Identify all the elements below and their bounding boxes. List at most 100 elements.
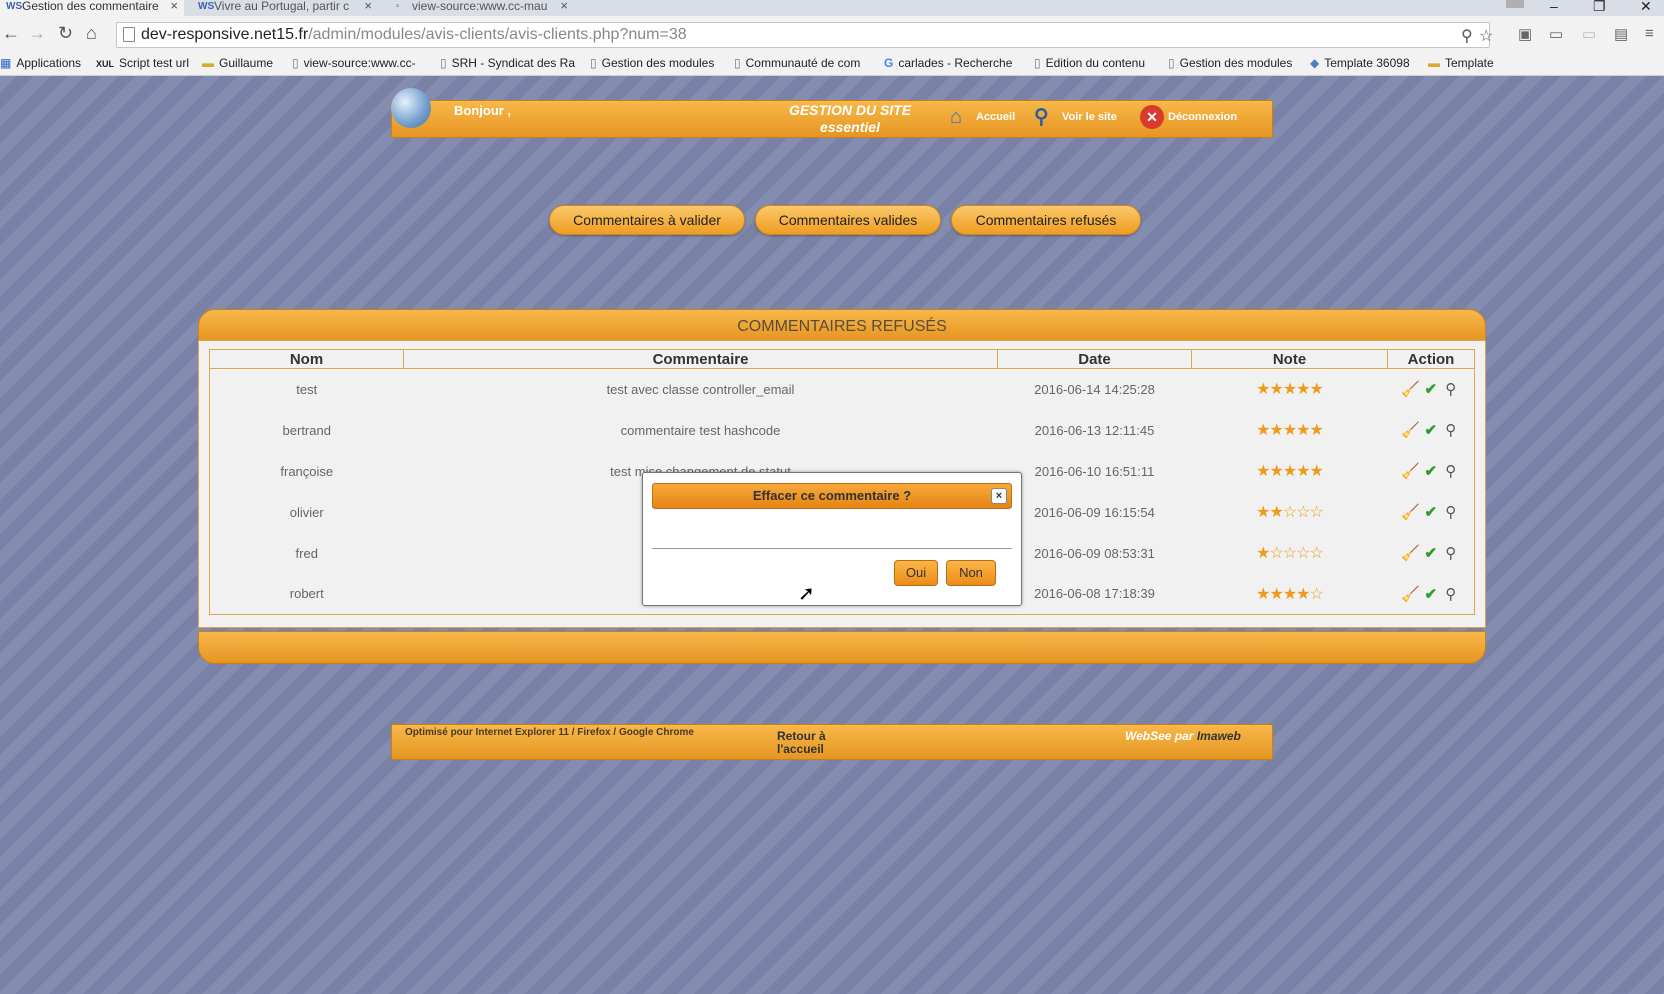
reload-icon[interactable]: ↻ [58, 24, 73, 42]
folder-icon: ▬ [1428, 56, 1440, 70]
page-icon: ▯ [440, 56, 447, 70]
rating-stars-icon: ★★★★★ [1256, 381, 1324, 399]
cell-action: 🧹 ✔ ⚲ [1388, 492, 1475, 533]
template-icon: ◆ [1310, 56, 1320, 70]
close-tab-icon[interactable]: × [364, 0, 372, 12]
cell-date: 2016-06-08 17:18:39 [1034, 586, 1155, 602]
validate-check-icon[interactable]: ✔ [1421, 503, 1441, 521]
validate-check-icon[interactable]: ✔ [1421, 585, 1441, 603]
validated-button[interactable]: Commentaires valides [755, 205, 941, 235]
extension-icon[interactable]: ▭ [1582, 25, 1596, 43]
refused-button[interactable]: Commentaires refusés [951, 205, 1141, 235]
bookmark-label: Template [1445, 56, 1494, 70]
bookmark-applications[interactable]: ▦ Applications [0, 56, 81, 70]
view-site-label: Voir le site [1062, 111, 1117, 123]
validate-check-icon[interactable]: ✔ [1421, 544, 1441, 562]
yes-button[interactable]: Oui [894, 560, 938, 586]
url-path: /admin/modules/avis-clients/avis-clients… [308, 26, 687, 43]
cell-note: ★★★★★ [1192, 369, 1388, 410]
cell-commentaire: commentaire test hashcode [620, 422, 781, 438]
view-magnifier-icon[interactable]: ⚲ [1441, 380, 1461, 398]
cell-nom: fred [295, 545, 318, 561]
view-magnifier-icon[interactable]: ⚲ [1441, 503, 1461, 521]
home-link[interactable]: ⌂ Accueil [950, 100, 1015, 134]
delete-broom-icon[interactable]: 🧹 [1401, 462, 1421, 480]
bookmarks-bar: ▦ Applications XUL Script test url ▬ Guilla… [0, 51, 1664, 76]
validate-check-icon[interactable]: ✔ [1421, 421, 1441, 439]
cell-action: 🧹 ✔ ⚲ [1388, 533, 1475, 574]
delete-broom-icon[interactable]: 🧹 [1401, 585, 1421, 603]
view-magnifier-icon[interactable]: ⚲ [1441, 544, 1461, 562]
url-input[interactable]: dev-responsive.net15.fr/admin/modules/av… [116, 22, 1493, 48]
back-icon[interactable]: ← [2, 24, 20, 42]
extension-icon[interactable]: ▣ [1518, 25, 1532, 43]
close-window-icon[interactable]: ✕ [1640, 0, 1652, 13]
delete-confirm-dialog: Effacer ce commentaire ? × Oui Non [642, 472, 1022, 606]
close-tab-icon[interactable]: × [560, 0, 568, 12]
title-line-1: GESTION DU SITE [788, 102, 912, 118]
cell-date: 2016-06-09 08:53:31 [1034, 545, 1155, 561]
dialog-close-icon[interactable]: × [991, 488, 1007, 504]
bookmark-guillaume[interactable]: ▬ Guillaume [202, 56, 273, 70]
bookmark-gestion-modules[interactable]: ▯ Gestion des modules [590, 56, 714, 70]
profile-icon[interactable] [1506, 0, 1524, 8]
table-row: test test avec classe controller_email 201… [210, 369, 1475, 410]
to-validate-button[interactable]: Commentaires à valider [549, 205, 745, 235]
table-header-row: Nom Commentaire Date Note Action [209, 349, 1475, 369]
tab-title: view-source:www.cc-mau [412, 0, 548, 13]
zoom-icon[interactable]: ⚲ [1461, 26, 1473, 46]
credit-prefix: WebSee par [1125, 729, 1194, 743]
tab-gestion-commentaires[interactable]: WS Gestion des commentaire × [0, 0, 184, 16]
delete-broom-icon[interactable]: 🧹 [1401, 544, 1421, 562]
cell-action: 🧹 ✔ ⚲ [1388, 410, 1475, 451]
menu-icon[interactable]: ≡ [1645, 25, 1654, 42]
cast-icon[interactable]: ▭ [1549, 25, 1563, 43]
browser-tab-strip: WS Gestion des commentaire × WS Vivre au… [0, 0, 1664, 16]
forward-icon[interactable]: → [28, 24, 46, 42]
view-magnifier-icon[interactable]: ⚲ [1441, 462, 1461, 480]
bookmark-star-icon[interactable]: ☆ [1479, 26, 1493, 46]
view-site-link[interactable]: ⚲ Voir le site [1034, 100, 1117, 134]
tab-view-source[interactable]: ▫ view-source:www.cc-mau × [390, 0, 574, 16]
validate-check-icon[interactable]: ✔ [1421, 380, 1441, 398]
view-magnifier-icon[interactable]: ⚲ [1441, 585, 1461, 603]
panel-footer-bar [198, 631, 1486, 664]
bookmark-view-source[interactable]: ▯ view-source:www.cc- [292, 56, 416, 70]
credit-text: WebSee par Imaweb [1125, 729, 1241, 743]
bookmark-edition-contenu[interactable]: ▯ Edition du contenu [1034, 56, 1145, 70]
bookmark-label: Template 36098 [1324, 56, 1410, 70]
validate-check-icon[interactable]: ✔ [1421, 462, 1441, 480]
bookmark-carlades[interactable]: Gcarlades - Recherche [884, 56, 1012, 70]
delete-broom-icon[interactable]: 🧹 [1401, 503, 1421, 521]
bookmark-script-test[interactable]: XUL Script test url [96, 56, 189, 70]
view-magnifier-icon[interactable]: ⚲ [1441, 421, 1461, 439]
cell-note: ★★★★★ [1192, 410, 1388, 451]
browser-compat-note: Optimisé pour Internet Explorer 11 / Fir… [405, 727, 694, 738]
back-home-link[interactable]: Retour à l'accueil [777, 730, 847, 756]
cell-nom: test [296, 381, 318, 397]
close-tab-icon[interactable]: × [170, 0, 178, 12]
minimize-icon[interactable]: – [1550, 0, 1558, 13]
dialog-title: Effacer ce commentaire ? [752, 488, 912, 503]
home-link-label: Accueil [976, 111, 1016, 123]
page-info-icon[interactable] [123, 27, 135, 42]
logout-icon: ✕ [1140, 105, 1164, 130]
bookmark-template[interactable]: ▬ Template [1428, 56, 1494, 70]
no-button[interactable]: Non [946, 560, 996, 586]
tab-title: Gestion des commentaire [22, 0, 159, 13]
delete-broom-icon[interactable]: 🧹 [1401, 380, 1421, 398]
home-icon: ⌂ [950, 106, 963, 129]
bookmark-template-36098[interactable]: ◆ Template 36098 [1310, 56, 1410, 70]
cell-note: ★★★★★ [1192, 451, 1388, 492]
tab-vivre-portugal[interactable]: WS Vivre au Portugal, partir c × [192, 0, 378, 16]
home-icon[interactable]: ⌂ [86, 24, 97, 42]
delete-broom-icon[interactable]: 🧹 [1401, 421, 1421, 439]
bookmark-gestion-modules-2[interactable]: ▯ Gestion des modules [1168, 56, 1292, 70]
bookmark-communaute[interactable]: ▯ Communauté de com [734, 56, 860, 70]
extension-icon[interactable]: ▤ [1614, 25, 1628, 43]
bookmark-srh[interactable]: ▯ SRH - Syndicat des Ra [440, 56, 575, 70]
rating-stars-icon: ★★★★★ [1256, 463, 1324, 480]
credit-brand[interactable]: Imaweb [1197, 729, 1241, 743]
restore-icon[interactable]: ❐ [1593, 0, 1606, 13]
logout-link[interactable]: ✕ Déconnexion [1140, 100, 1237, 134]
